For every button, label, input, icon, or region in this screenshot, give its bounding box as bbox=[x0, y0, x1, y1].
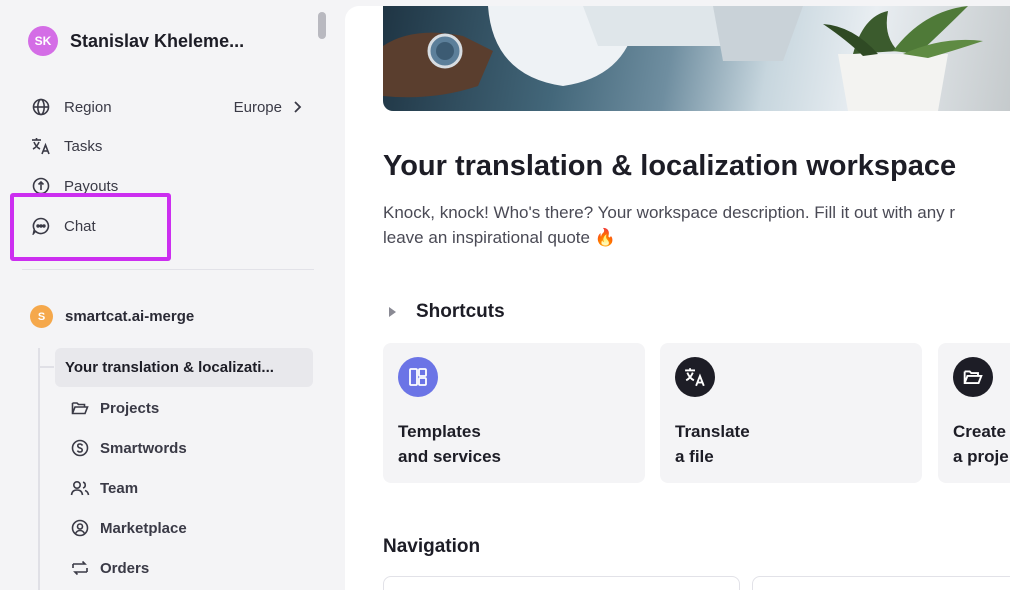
sidebar-scrollbar[interactable] bbox=[318, 12, 326, 39]
sidebar: SK Stanislav Kheleme... Region Europe Ta… bbox=[0, 0, 345, 590]
tree-elbow bbox=[38, 366, 54, 368]
navigation-title: Navigation bbox=[383, 536, 481, 557]
sidebar-item-label: Marketplace bbox=[100, 519, 187, 537]
sidebar-item-label: Your translation & localizati... bbox=[65, 359, 274, 376]
description-line: leave an inspirational quote 🔥 bbox=[383, 228, 616, 247]
shortcuts-toggle[interactable]: Shortcuts bbox=[389, 301, 505, 323]
sidebar-item-label: Team bbox=[100, 479, 139, 497]
workspace-header[interactable]: S smartcat.ai-merge bbox=[30, 305, 194, 328]
team-icon bbox=[70, 478, 90, 498]
workspace-avatar: S bbox=[30, 305, 53, 328]
card-subtitle: a file bbox=[675, 447, 714, 466]
user-profile[interactable]: SK Stanislav Kheleme... bbox=[28, 26, 244, 56]
sidebar-item-workspace-home[interactable]: Your translation & localizati... bbox=[55, 348, 313, 387]
shortcut-card-translate[interactable]: Translate a file bbox=[660, 343, 922, 483]
sidebar-item-label: Payouts bbox=[64, 177, 119, 195]
description-line: Knock, knock! Who's there? Your workspac… bbox=[383, 203, 956, 222]
orders-icon bbox=[70, 558, 90, 578]
card-subtitle: and services bbox=[398, 447, 502, 466]
sidebar-item-label: Region bbox=[64, 98, 112, 116]
sidebar-item-tasks[interactable]: Tasks bbox=[30, 134, 302, 158]
tree-line bbox=[38, 348, 40, 590]
main-content: Your translation & localization workspac… bbox=[345, 6, 1010, 590]
sidebar-item-team[interactable]: Team bbox=[70, 476, 138, 500]
region-value: Europe bbox=[233, 98, 282, 116]
sidebar-item-smartwords[interactable]: Smartwords bbox=[70, 436, 187, 460]
folder-icon bbox=[953, 357, 993, 397]
avatar: SK bbox=[28, 26, 58, 56]
shortcut-card-create-project[interactable]: Create a proje bbox=[938, 343, 1010, 483]
sidebar-item-region[interactable]: Region Europe bbox=[30, 95, 302, 119]
sidebar-item-label: Smartwords bbox=[100, 439, 187, 457]
card-subtitle: a proje bbox=[953, 447, 1009, 466]
sidebar-item-projects[interactable]: Projects bbox=[70, 396, 159, 420]
card-title: Create bbox=[953, 422, 1006, 441]
folder-icon bbox=[70, 398, 90, 418]
sidebar-item-label: Projects bbox=[100, 399, 160, 417]
chat-highlight-box bbox=[10, 193, 171, 261]
sidebar-item-label: Orders bbox=[100, 559, 150, 577]
card-title: Templates bbox=[398, 422, 481, 441]
hero-banner-image bbox=[383, 6, 1010, 111]
caret-right-icon bbox=[389, 307, 396, 317]
sidebar-item-orders[interactable]: Orders bbox=[70, 556, 149, 580]
user-name: Stanislav Kheleme... bbox=[70, 30, 245, 51]
globe-icon bbox=[30, 96, 52, 118]
page-title: Your translation & localization workspac… bbox=[383, 150, 957, 182]
marketplace-icon bbox=[70, 518, 90, 538]
navigation-card[interactable] bbox=[752, 576, 1010, 590]
chevron-right-icon bbox=[294, 101, 302, 113]
workspace-description[interactable]: Knock, knock! Who's there? Your workspac… bbox=[383, 200, 1010, 250]
translate-icon bbox=[675, 357, 715, 397]
sidebar-divider bbox=[22, 269, 314, 270]
smartwords-icon bbox=[70, 438, 90, 458]
sidebar-item-label: Tasks bbox=[64, 137, 103, 155]
templates-icon bbox=[398, 357, 438, 397]
shortcut-card-templates[interactable]: Templates and services bbox=[383, 343, 645, 483]
card-title: Translate bbox=[675, 422, 750, 441]
sidebar-item-marketplace[interactable]: Marketplace bbox=[70, 516, 187, 540]
navigation-card[interactable] bbox=[383, 576, 740, 590]
workspace-name: smartcat.ai-merge bbox=[65, 308, 195, 325]
shortcuts-title: Shortcuts bbox=[416, 301, 505, 322]
translate-icon bbox=[30, 135, 52, 157]
